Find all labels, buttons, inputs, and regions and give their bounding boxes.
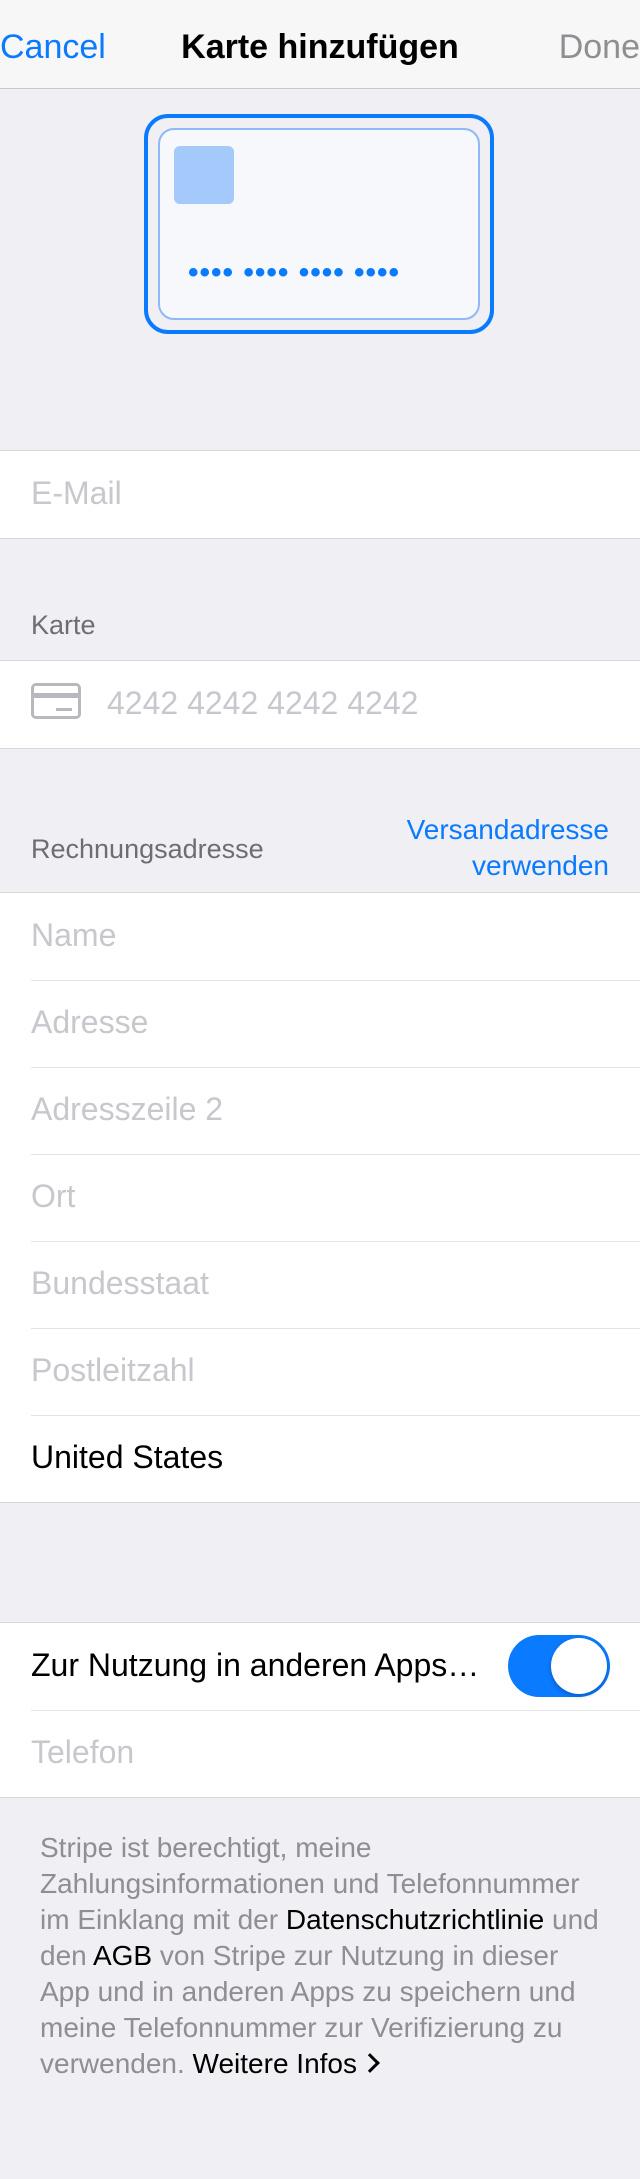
toggle-knob xyxy=(551,1638,607,1694)
terms-link[interactable]: AGB xyxy=(93,1940,152,1971)
card-chip-icon xyxy=(174,146,234,204)
billing-section: Name Adresse Adresszeile 2 Ort Bundessta… xyxy=(0,892,640,1503)
done-button[interactable]: Done xyxy=(559,28,640,67)
legal-footer-text: Stripe ist berechtigt, meine Zahlungsinf… xyxy=(40,1830,610,2082)
email-field[interactable]: E-Mail xyxy=(31,475,122,512)
save-for-other-apps-label: Zur Nutzung in anderen Apps… xyxy=(31,1647,480,1683)
city-field[interactable]: Ort xyxy=(31,1178,75,1215)
cancel-button[interactable]: Cancel xyxy=(0,28,106,67)
learn-more-label: Weitere Infos xyxy=(192,2048,357,2079)
state-field[interactable]: Bundesstaat xyxy=(31,1265,209,1302)
use-shipping-address-label-line1: Versandadresse xyxy=(406,814,609,845)
card-section-header: Karte xyxy=(31,610,96,640)
country-field[interactable]: United States xyxy=(31,1439,223,1476)
privacy-policy-link[interactable]: Datenschutzrichtlinie xyxy=(286,1904,544,1935)
use-shipping-address-button[interactable]: Versandadresse verwenden xyxy=(407,812,609,884)
save-for-other-apps-toggle[interactable] xyxy=(508,1635,610,1697)
link-section: Zur Nutzung in anderen Apps… Telefon xyxy=(0,1622,640,1798)
card-number-field[interactable]: 4242 4242 4242 4242 xyxy=(107,685,418,722)
card-section: 4242 4242 4242 4242 xyxy=(0,660,640,749)
address-line2-field[interactable]: Adresszeile 2 xyxy=(31,1091,223,1128)
name-field[interactable]: Name xyxy=(31,917,116,954)
card-number-dots: •••• •••• •••• •••• xyxy=(188,256,401,289)
address-field[interactable]: Adresse xyxy=(31,1004,148,1041)
credit-card-icon xyxy=(31,683,81,719)
card-preview-face: •••• •••• •••• •••• xyxy=(158,128,480,320)
chevron-right-icon xyxy=(360,2053,380,2073)
card-preview: •••• •••• •••• •••• xyxy=(144,114,494,334)
phone-field[interactable]: Telefon xyxy=(31,1734,134,1771)
zip-field[interactable]: Postleitzahl xyxy=(31,1352,195,1389)
billing-section-header: Rechnungsadresse xyxy=(31,834,264,864)
use-shipping-address-label-line2: verwenden xyxy=(472,850,609,881)
learn-more-link[interactable]: Weitere Infos xyxy=(192,2048,380,2079)
navigation-bar: Cancel Karte hinzufügen Done xyxy=(0,0,640,89)
email-section: E-Mail xyxy=(0,450,640,539)
